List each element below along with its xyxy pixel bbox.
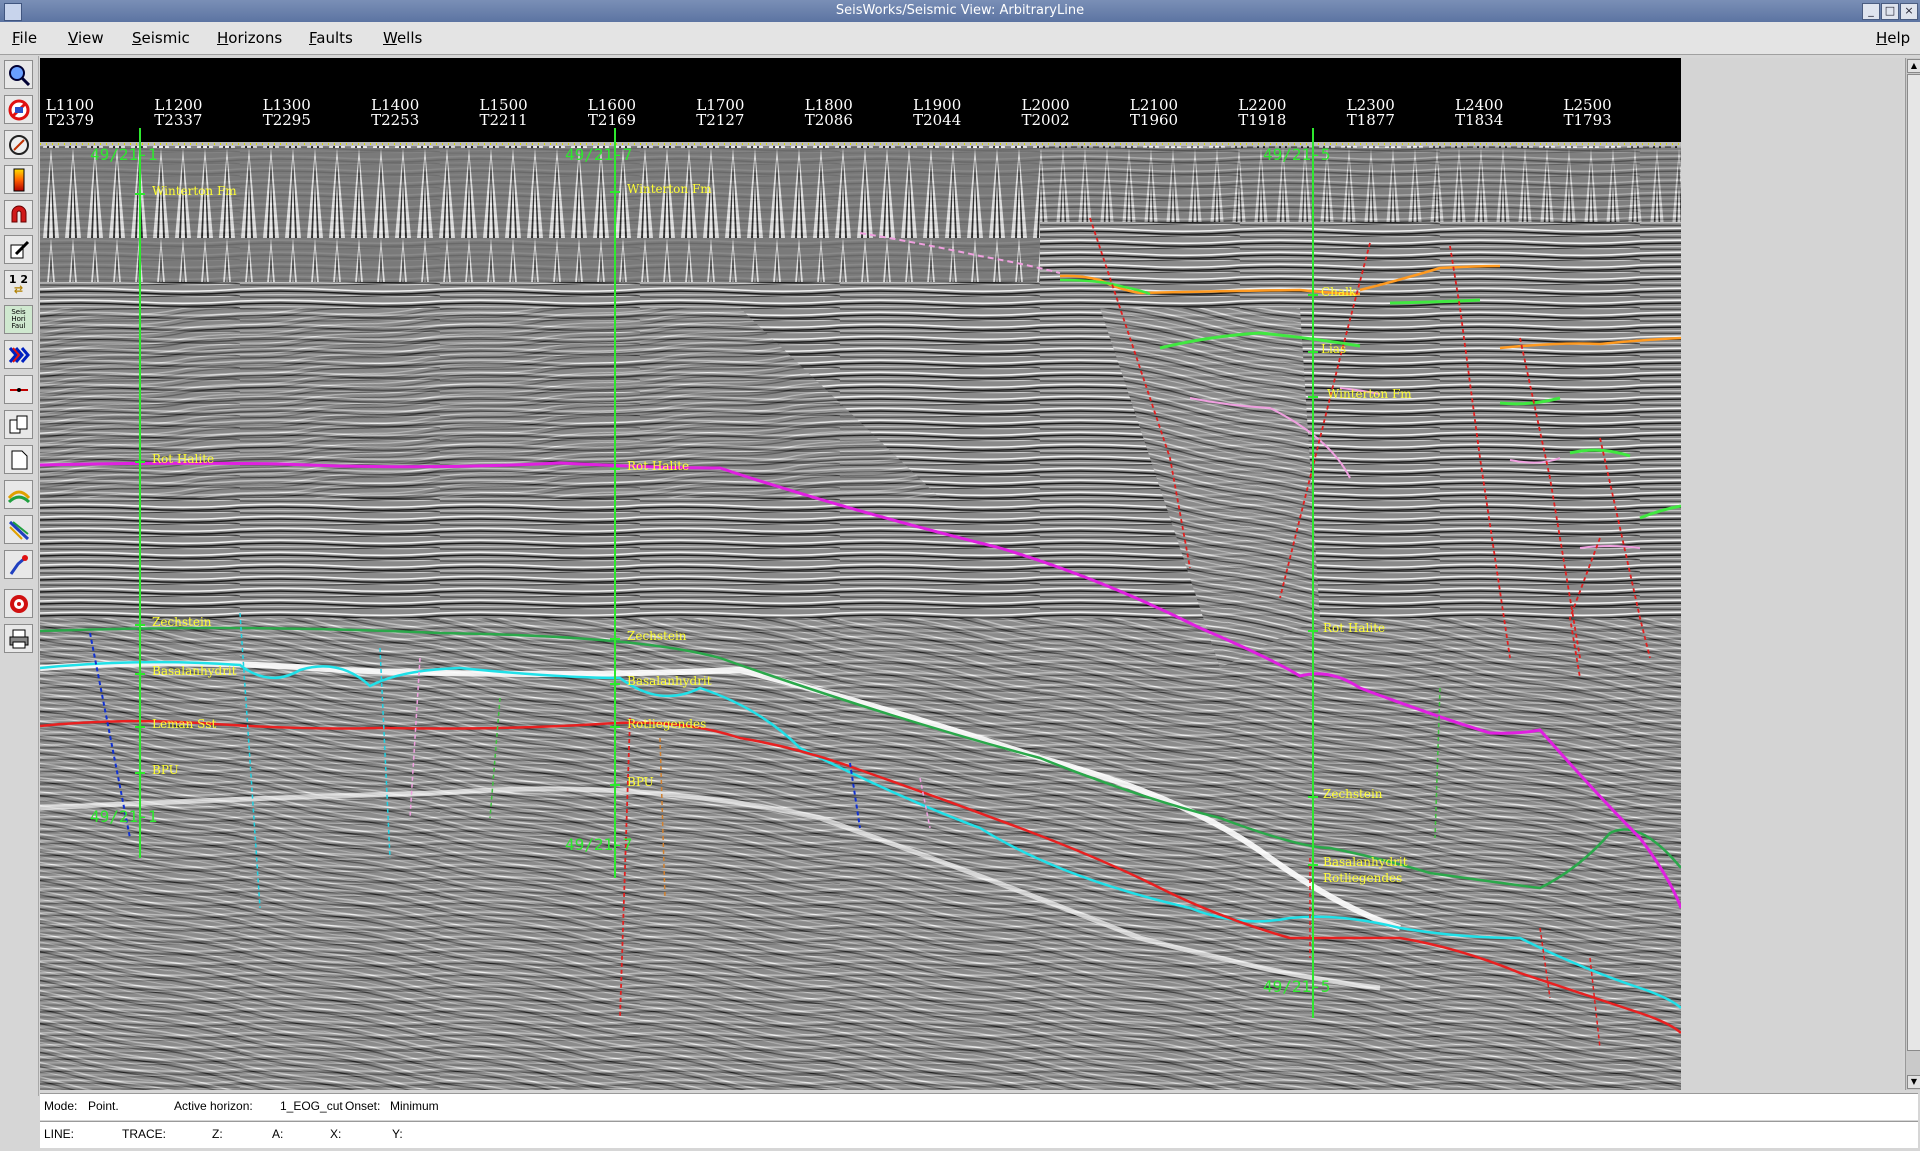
close-icon[interactable]: × xyxy=(1900,3,1918,20)
trace-number-label: T1918 xyxy=(1238,111,1287,129)
trace-number-label: T2127 xyxy=(696,111,745,129)
trace-number-label: T2002 xyxy=(1021,111,1070,129)
well-pick-label: BPU xyxy=(152,763,179,777)
tool-palette: 1 2 ⇄ Seis Hori Faul xyxy=(0,56,39,1096)
page-icon[interactable] xyxy=(4,445,33,474)
onset-label: Onset: xyxy=(345,1099,381,1113)
well-pick-label: Basalanhydrit xyxy=(627,674,712,688)
menu-bar: File View Seismic Horizons Faults Wells … xyxy=(0,22,1920,55)
no-entry-icon[interactable] xyxy=(4,95,33,124)
print-icon[interactable] xyxy=(4,624,33,653)
edit-icon[interactable] xyxy=(4,235,33,264)
maximize-icon[interactable]: □ xyxy=(1881,3,1899,20)
horizon-icon[interactable] xyxy=(4,480,33,509)
well-pick-label: Rot Halite xyxy=(152,452,215,466)
empty-area xyxy=(1681,58,1903,1090)
well-name-bottom: 49/21-7 xyxy=(565,835,633,854)
well-pick-label: Winterton Fm xyxy=(627,182,712,196)
active-horizon-value: 1_EOG_cut xyxy=(280,1099,343,1113)
well-pick-label: Chalk xyxy=(1321,285,1357,299)
seis-hori-faul-icon[interactable]: Seis Hori Faul xyxy=(4,305,33,334)
seismic-section[interactable] xyxy=(40,58,1681,1090)
well-pick-label: Zechstein xyxy=(152,615,212,629)
trace-label: TRACE: xyxy=(122,1127,167,1141)
title-bar: SeisWorks/Seismic View: ArbitraryLine _ … xyxy=(0,0,1920,22)
well-pick-label: Rotliegendes xyxy=(1323,871,1403,885)
well-pick-label: Rot Halite xyxy=(1323,621,1386,635)
trace-number-label: T2337 xyxy=(154,111,203,129)
onset-value: Minimum xyxy=(390,1099,439,1113)
trace-number-label: T1960 xyxy=(1129,111,1179,129)
status-bar-mode: Mode: Point. Active horizon: 1_EOG_cut O… xyxy=(40,1093,1918,1120)
well-pick-label: Winterton Fm xyxy=(1327,387,1412,401)
mode-value: Point. xyxy=(88,1099,119,1113)
x-label: X: xyxy=(330,1127,342,1141)
target-icon[interactable] xyxy=(4,589,33,618)
menu-view[interactable]: View xyxy=(68,29,104,47)
well-pick-label: Basalanhydrit xyxy=(152,664,237,678)
status-bar-cursor: LINE: TRACE: Z: A: X: Y: xyxy=(40,1121,1918,1148)
numbers-swap-icon[interactable]: 1 2 ⇄ xyxy=(4,270,33,299)
line-icon[interactable] xyxy=(4,375,33,404)
well-pick-label: Basalanhydrit xyxy=(1323,855,1408,869)
well-name-top: 49/21-7 xyxy=(565,145,633,164)
z-label: Z: xyxy=(212,1127,223,1141)
menu-wells[interactable]: Wells xyxy=(383,29,422,47)
well-pick-label: Leman Sst xyxy=(152,717,217,731)
well-pick-label: Zechstein xyxy=(1323,787,1383,801)
magnet-icon[interactable] xyxy=(4,200,33,229)
well-name-top: 49/21-1 xyxy=(90,145,158,164)
trace-number-label: T2211 xyxy=(479,111,528,129)
copy-icon[interactable] xyxy=(4,410,33,439)
mode-label: Mode: xyxy=(44,1099,78,1113)
trace-number-label: T2295 xyxy=(262,111,311,129)
compass-icon[interactable] xyxy=(4,130,33,159)
well-name-bottom: 49/21-5 xyxy=(1263,977,1331,996)
trace-number-label: T2379 xyxy=(45,111,95,129)
well-pick-label: Winterton Fm xyxy=(152,184,237,198)
a-label: A: xyxy=(272,1127,284,1141)
active-horizon-label: Active horizon: xyxy=(174,1099,253,1113)
menu-horizons[interactable]: Horizons xyxy=(217,29,282,47)
trace-number-label: T2086 xyxy=(804,111,853,129)
minimize-icon[interactable]: _ xyxy=(1862,3,1880,20)
line-label: LINE: xyxy=(44,1127,75,1141)
well-pick-label: Rot Halite xyxy=(627,459,690,473)
menu-help[interactable]: Help xyxy=(1876,29,1910,47)
pick-icon[interactable] xyxy=(4,550,33,579)
zoom-icon[interactable] xyxy=(4,60,33,89)
trace-number-label: T2044 xyxy=(913,111,962,129)
window-title: SeisWorks/Seismic View: ArbitraryLine xyxy=(835,3,1085,18)
trace-number-label: T2169 xyxy=(587,111,637,129)
seismic-view[interactable]: L1100 T2379 L1200 T2337 L1300 T2295 L1400 T2253… xyxy=(40,58,1681,1090)
wiggle-icon[interactable] xyxy=(4,340,33,369)
well-name-bottom: 49/21-1 xyxy=(90,807,158,826)
fault-icon[interactable] xyxy=(4,515,33,544)
color-bar-icon[interactable] xyxy=(4,165,33,194)
well-pick-label: BPU xyxy=(627,775,654,789)
trace-number-label: T1877 xyxy=(1346,111,1395,129)
swap-arrow-icon: ⇄ xyxy=(13,282,24,296)
trace-number-label: T2253 xyxy=(371,111,420,129)
menu-faults[interactable]: Faults xyxy=(309,29,353,47)
menu-file[interactable]: File xyxy=(12,29,37,47)
well-pick-label: Lias xyxy=(1321,342,1347,356)
faul-label: Faul xyxy=(11,322,26,330)
vertical-scrollbar[interactable]: ▲ ▼ xyxy=(1905,58,1920,1090)
trace-number-label: T1793 xyxy=(1563,111,1612,129)
well-pick-label: Zechstein xyxy=(627,629,687,643)
scroll-down-icon[interactable]: ▼ xyxy=(1907,1075,1920,1089)
scroll-up-icon[interactable]: ▲ xyxy=(1907,59,1920,73)
menu-seismic[interactable]: Seismic xyxy=(132,29,190,47)
trace-number-label: T1834 xyxy=(1455,111,1504,129)
well-pick-label: Rotliegendes xyxy=(627,717,707,731)
well-name-top: 49/21-5 xyxy=(1263,145,1331,164)
scroll-thumb[interactable] xyxy=(1907,74,1920,1051)
y-label: Y: xyxy=(392,1127,403,1141)
